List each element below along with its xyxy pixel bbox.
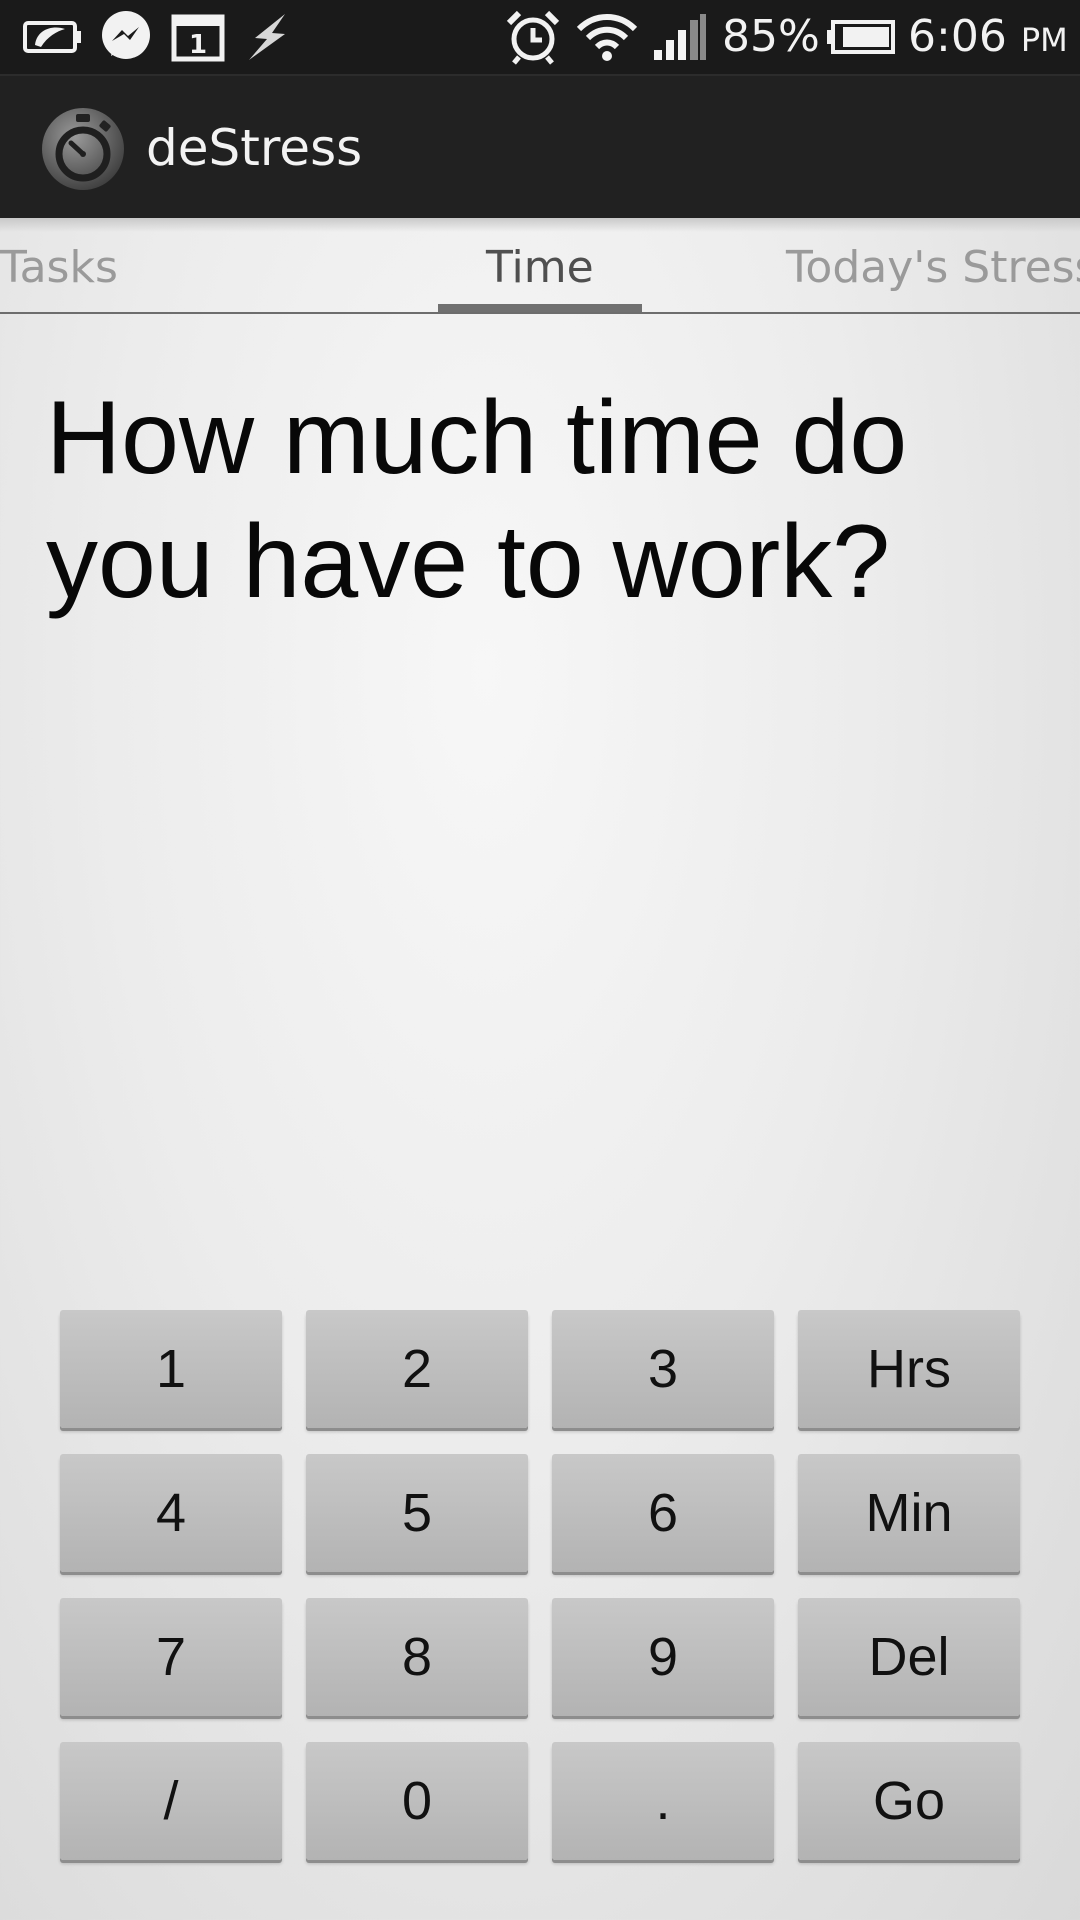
clock-ampm: PM <box>1020 21 1068 59</box>
app-title: deStress <box>146 119 363 177</box>
key-3[interactable]: 3 <box>552 1310 774 1428</box>
status-bar: 1 85% 6:06 PM <box>0 0 1080 74</box>
tab-time[interactable]: Time <box>486 240 594 296</box>
wifi-icon <box>574 12 640 62</box>
key-min[interactable]: Min <box>798 1454 1020 1572</box>
battery-icon <box>826 12 896 62</box>
question-text: How much time do you have to work? <box>46 380 908 620</box>
key-go[interactable]: Go <box>798 1742 1020 1860</box>
tab-todays-stress[interactable]: Today's Stress <box>786 240 1080 296</box>
tab-divider <box>0 312 1080 314</box>
action-bar: deStress <box>0 74 1080 218</box>
key-0[interactable]: 0 <box>306 1742 528 1860</box>
key-7[interactable]: 7 <box>60 1598 282 1716</box>
tab-indicator <box>438 304 642 312</box>
battery-saver-icon <box>22 12 84 62</box>
key-2[interactable]: 2 <box>306 1310 528 1428</box>
key-1[interactable]: 1 <box>60 1310 282 1428</box>
messenger-icon <box>98 11 154 62</box>
key-hrs[interactable]: Hrs <box>798 1310 1020 1428</box>
key-6[interactable]: 6 <box>552 1454 774 1572</box>
key-4[interactable]: 4 <box>60 1454 282 1572</box>
signal-icon <box>652 12 708 62</box>
svg-text:1: 1 <box>189 30 207 60</box>
tab-tasks[interactable]: Tasks <box>0 240 118 296</box>
keypad: 1 2 3 Hrs 4 5 6 Min 7 8 9 Del / 0 . Go <box>60 1310 1020 1860</box>
key-8[interactable]: 8 <box>306 1598 528 1716</box>
calendar-icon: 1 <box>170 12 226 62</box>
clock: 6:06 PM <box>908 8 1068 66</box>
flash-icon <box>240 12 296 62</box>
key-9[interactable]: 9 <box>552 1598 774 1716</box>
tab-strip: Tasks Time Today's Stress <box>0 218 1080 314</box>
key-5[interactable]: 5 <box>306 1454 528 1572</box>
key-slash[interactable]: / <box>60 1742 282 1860</box>
alarm-icon <box>504 10 562 65</box>
key-dot[interactable]: . <box>552 1742 774 1860</box>
stopwatch-icon[interactable] <box>40 106 126 192</box>
key-del[interactable]: Del <box>798 1598 1020 1716</box>
clock-time: 6:06 <box>908 11 1007 62</box>
battery-percent: 85% <box>722 11 820 62</box>
